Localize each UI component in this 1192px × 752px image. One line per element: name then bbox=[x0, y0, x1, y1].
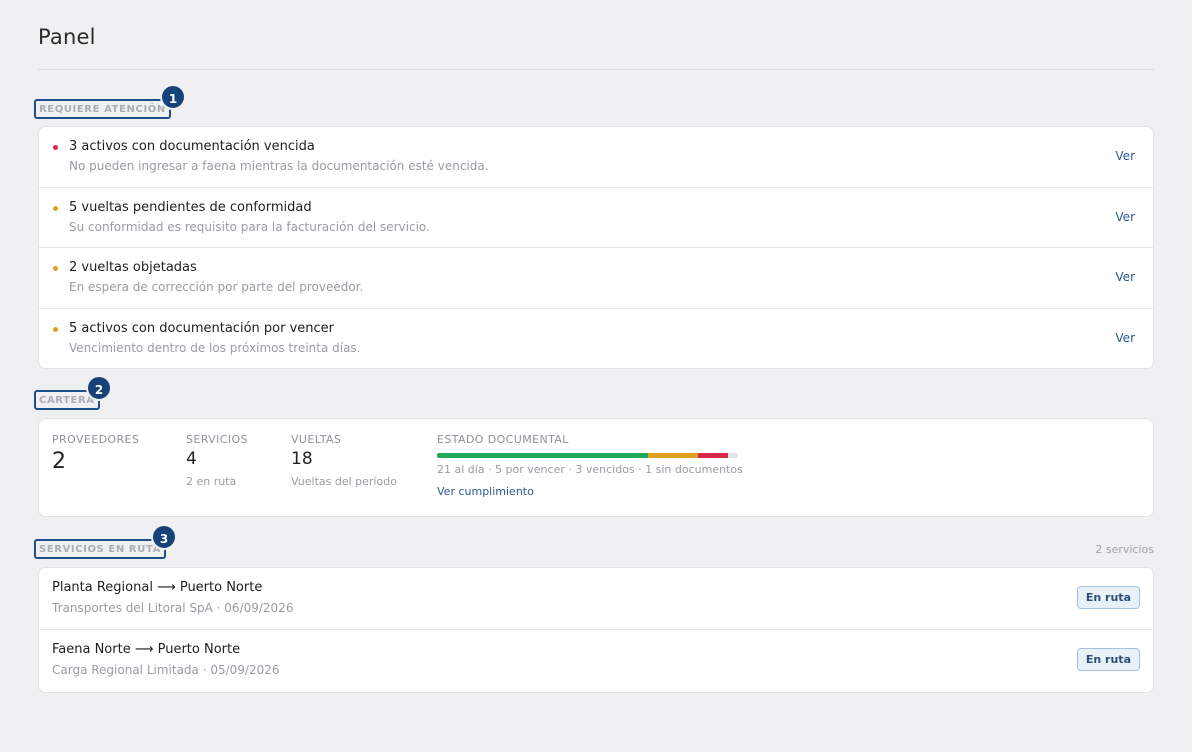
trips-stat: VUELTAS 18 Vueltas del período bbox=[291, 433, 397, 488]
routes-count: 2 servicios bbox=[1095, 543, 1154, 556]
severity-dot-icon bbox=[53, 326, 58, 332]
services-stat: SERVICIOS 4 2 en ruta bbox=[186, 433, 248, 488]
attention-item-title: 5 vueltas pendientes de conformidad bbox=[69, 199, 312, 215]
services-value: 4 bbox=[186, 449, 197, 469]
attention-item[interactable]: 5 activos con documentación por vencer V… bbox=[39, 309, 1153, 370]
route-subtitle: Carga Regional Limitada · 05/09/2026 bbox=[52, 663, 280, 677]
trips-label: VUELTAS bbox=[291, 433, 342, 446]
route-item[interactable]: Planta Regional ⟶ Puerto Norte Transport… bbox=[39, 568, 1153, 630]
providers-stat: PROVEEDORES 2 bbox=[52, 433, 139, 474]
status-badge: En ruta bbox=[1076, 586, 1140, 609]
attention-section-label: REQUIERE ATENCIÓN bbox=[34, 99, 171, 119]
route-title: Faena Norte ⟶ Puerto Norte bbox=[52, 642, 241, 657]
routes-card: Planta Regional ⟶ Puerto Norte Transport… bbox=[38, 567, 1154, 693]
doc-bar-segment-vencidos bbox=[697, 453, 728, 458]
doc-status-bar bbox=[437, 453, 738, 458]
doc-bar-segment-por-vencer bbox=[647, 453, 698, 458]
view-link[interactable]: Ver bbox=[1115, 331, 1135, 345]
severity-dot-icon bbox=[53, 266, 58, 271]
services-sub: 2 en ruta bbox=[186, 475, 237, 488]
attention-item-description: Vencimiento dentro de los próximos trein… bbox=[69, 340, 361, 355]
providers-label: PROVEEDORES bbox=[52, 433, 140, 446]
route-title: Planta Regional ⟶ Puerto Norte bbox=[52, 580, 263, 595]
doc-bar-segment-sin-documentos bbox=[727, 453, 738, 458]
doc-status-summary: 21 al día · 5 por vencer · 3 vencidos · … bbox=[437, 463, 743, 476]
view-link[interactable]: Ver bbox=[1115, 149, 1135, 163]
route-subtitle: Transportes del Litoral SpA · 06/09/2026 bbox=[52, 601, 294, 615]
status-badge: En ruta bbox=[1076, 648, 1140, 671]
severity-dot-icon bbox=[53, 145, 58, 150]
section-marker-2: 2 bbox=[86, 375, 112, 401]
doc-status-stat: ESTADO DOCUMENTAL bbox=[437, 433, 569, 446]
attention-item-description: Su conformidad es requisito para la fact… bbox=[69, 219, 430, 234]
services-label: SERVICIOS bbox=[186, 433, 248, 446]
page-title: Panel bbox=[38, 25, 96, 49]
attention-item[interactable]: 3 activos con documentación vencida No p… bbox=[39, 127, 1153, 188]
attention-item-description: No pueden ingresar a faena mientras la d… bbox=[69, 159, 489, 173]
attention-item-description: En espera de corrección por parte del pr… bbox=[69, 280, 364, 294]
attention-card: 3 activos con documentación vencida No p… bbox=[38, 126, 1154, 369]
section-marker-1: 1 bbox=[160, 84, 186, 110]
view-link[interactable]: Ver bbox=[1115, 210, 1135, 224]
attention-item[interactable]: 2 vueltas objetadas En espera de correcc… bbox=[39, 248, 1153, 309]
attention-item[interactable]: 5 vueltas pendientes de conformidad Su c… bbox=[39, 188, 1153, 248]
routes-section-label: SERVICIOS EN RUTA bbox=[34, 539, 166, 559]
attention-item-title: 2 vueltas objetadas bbox=[69, 260, 197, 275]
view-link[interactable]: Ver bbox=[1115, 270, 1135, 284]
section-marker-3: 3 bbox=[151, 524, 177, 550]
title-divider bbox=[38, 69, 1154, 70]
view-compliance-link[interactable]: Ver cumplimiento bbox=[437, 485, 534, 498]
attention-item-title: 5 activos con documentación por vencer bbox=[69, 320, 334, 336]
providers-value: 2 bbox=[52, 449, 66, 474]
severity-dot-icon bbox=[53, 205, 58, 211]
trips-sub: Vueltas del período bbox=[291, 475, 397, 488]
doc-bar-segment-al-dia bbox=[437, 453, 648, 458]
attention-item-title: 3 activos con documentación vencida bbox=[69, 139, 315, 154]
route-item[interactable]: Faena Norte ⟶ Puerto Norte Carga Regiona… bbox=[39, 630, 1153, 692]
doc-status-label: ESTADO DOCUMENTAL bbox=[437, 433, 569, 446]
trips-value: 18 bbox=[291, 449, 313, 469]
portfolio-card: PROVEEDORES 2 SERVICIOS 4 2 en ruta VUEL… bbox=[38, 418, 1154, 517]
